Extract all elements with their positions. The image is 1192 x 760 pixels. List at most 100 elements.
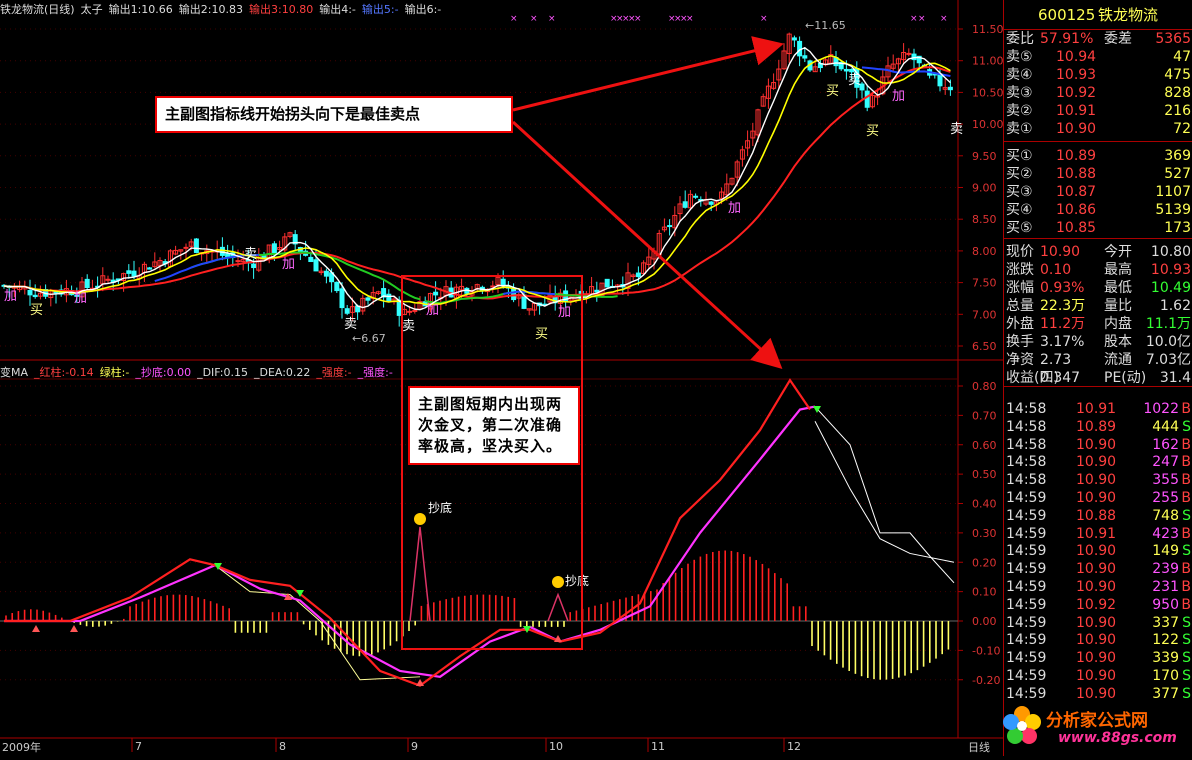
bottom-label-1: 抄底: [428, 500, 452, 515]
stat-label: 涨幅: [1006, 280, 1034, 296]
tick-side: B: [1181, 436, 1191, 453]
tick-time: 14:59: [1006, 632, 1047, 649]
stock-heading: 600125 铁龙物流: [1004, 4, 1192, 26]
ask-label: 卖①: [1006, 121, 1033, 137]
price-tick-label: 9.00: [972, 182, 997, 195]
stat-value: 22.3万: [1040, 298, 1086, 314]
add-signal-label: 加: [4, 289, 17, 304]
stat-value: 11.2万: [1040, 316, 1086, 332]
green-bar-value: 绿柱:-: [99, 366, 130, 379]
tick-volume: 122: [1152, 632, 1179, 649]
tick-side: S: [1182, 614, 1191, 631]
signal-cross: ×: [548, 14, 556, 24]
tick-time: 14:59: [1006, 525, 1047, 542]
bid-volume: 173: [1164, 220, 1191, 236]
sell-signal-label: 卖: [344, 317, 357, 332]
output-6: 输出6:-: [404, 3, 442, 16]
add-signal-label: 加: [282, 257, 295, 272]
ask-row: 卖④ 10.93 475: [1004, 66, 1192, 84]
candle-body: [235, 260, 241, 263]
period-label[interactable]: 日线: [968, 739, 990, 756]
ask-volume: 47: [1173, 49, 1191, 65]
tick-price: 10.90: [1076, 614, 1117, 631]
tick-side: S: [1182, 668, 1191, 684]
commission-diff: 5365: [1155, 31, 1191, 47]
stat-label: 换手: [1006, 334, 1034, 350]
month-label: 7: [135, 740, 142, 753]
flower-logo-icon: [1003, 706, 1041, 744]
tick-row: 14:59 10.90 122 S: [1004, 631, 1192, 649]
dea-down-line: [814, 406, 955, 584]
stat-value: 10.90: [1040, 244, 1081, 260]
bottom-spike-2: [547, 592, 569, 622]
buy-signal-label: 买: [535, 327, 548, 342]
tick-volume: 950: [1152, 596, 1179, 613]
dif-value: _DIF:0.15: [197, 366, 248, 379]
buy-arrow-icon: [32, 625, 40, 632]
tick-volume: 423: [1152, 525, 1179, 542]
stat-label: 最低: [1104, 280, 1132, 296]
candle-body: [225, 253, 231, 258]
tick-row: 14:59 10.90 337 S: [1004, 614, 1192, 632]
tick-row: 14:59 10.91 423 B: [1004, 525, 1192, 543]
bottom-value: _抄底:0.00: [135, 366, 192, 379]
candle-body: [802, 55, 808, 59]
tick-side: B: [1181, 401, 1191, 417]
ask-price: 10.92: [1056, 85, 1097, 101]
ask-volume: 216: [1164, 103, 1191, 119]
tick-volume: 355: [1152, 472, 1179, 489]
stock-title: 铁龙物流(日线): [0, 3, 75, 16]
tick-time: 14:59: [1006, 668, 1047, 684]
stat-row: 外盘 11.2万 内盘 11.1万: [1004, 315, 1192, 333]
tick-row: 14:58 10.90 247 B: [1004, 453, 1192, 471]
bid-price: 10.89: [1056, 148, 1097, 164]
dea-value: _DEA:0.22: [253, 366, 311, 379]
candle-body: [147, 267, 153, 270]
sell-signal-label: 卖: [244, 247, 257, 262]
x-axis-year: 2009年: [2, 741, 41, 754]
signal-cross: ×: [530, 14, 538, 24]
candle-body: [693, 195, 699, 198]
sell-signal-label: 卖: [848, 73, 861, 88]
month-label: 8: [279, 740, 286, 753]
output-5: 输出5:-: [361, 3, 399, 16]
tick-time: 14:59: [1006, 561, 1047, 578]
stat-row: 涨跌 0.10 最高 10.93: [1004, 261, 1192, 279]
bid-row: 买② 10.88 527: [1004, 165, 1192, 183]
watermark-brand: 分析家公式网: [1046, 711, 1148, 731]
stat-label: 量比: [1104, 298, 1132, 314]
candle-body: [27, 289, 33, 296]
low-price-label: ←6.67: [352, 332, 386, 345]
candle-body: [344, 308, 350, 314]
commission-ratio: 57.91%: [1040, 31, 1094, 47]
price-tick-label: 8.00: [972, 245, 997, 258]
formula-name: 太子: [80, 3, 103, 16]
tick-row: 14:59 10.90 231 B: [1004, 578, 1192, 596]
tick-side: B: [1181, 472, 1191, 489]
stat-row: 换手 3.17% 股本 10.0亿: [1004, 333, 1192, 351]
tick-row: 14:59 10.90 149 S: [1004, 542, 1192, 560]
panel-divider: [1004, 386, 1192, 387]
output-2: 输出2:10.83: [178, 3, 243, 16]
tick-price: 10.90: [1076, 668, 1117, 684]
tick-time: 14:59: [1006, 507, 1047, 524]
candle-body: [791, 37, 797, 41]
signal-cross: ×: [910, 14, 918, 24]
tick-row: 14:58 10.89 444 S: [1004, 418, 1192, 436]
price-tick-label: 7.00: [972, 308, 997, 321]
macd-bars: [5, 550, 950, 680]
candle-body: [797, 40, 803, 57]
red-bar-value: _红柱:-0.14: [34, 366, 94, 379]
add-signal-label: 加: [74, 291, 87, 306]
stat-label: 最高: [1104, 262, 1132, 278]
candle-body: [183, 246, 189, 249]
indicator-tick-label: 0.30: [972, 527, 997, 540]
price-tick-label: 11.50: [972, 23, 1003, 36]
sell-signal-label: 卖: [402, 319, 415, 334]
indicator-tick-label: -0.20: [972, 674, 1000, 687]
bottom-label-2: 抄底: [565, 573, 589, 588]
tick-volume: 339: [1152, 650, 1179, 667]
stat-value: 10.49: [1150, 280, 1191, 296]
bid-price: 10.88: [1056, 166, 1097, 182]
ask-row: 卖⑤ 10.94 47: [1004, 48, 1192, 66]
